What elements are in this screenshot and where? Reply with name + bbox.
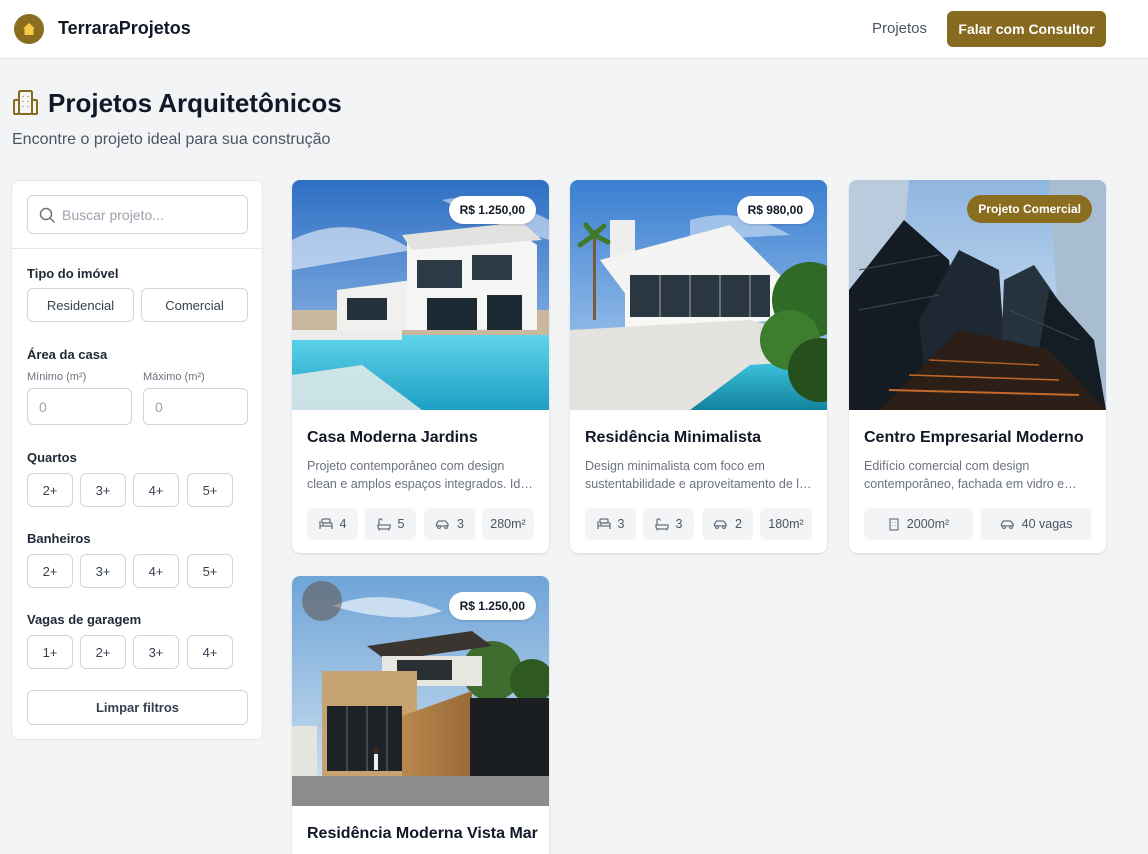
bedrooms-count: 3: [617, 517, 625, 531]
page-subtitle: Encontre o projeto ideal para sua constr…: [12, 131, 331, 148]
price-badge: R$ 980,00: [736, 196, 814, 224]
area-label: Área da casa: [27, 347, 108, 362]
commercial-badge: Projeto Comercial: [967, 195, 1092, 223]
garage-count: 2: [735, 517, 742, 531]
parking-stat: 40 vagas: [981, 508, 1091, 540]
area-stat: 2000m²: [864, 508, 973, 540]
search-box[interactable]: [27, 195, 248, 234]
nav-projects-link[interactable]: Projetos: [872, 20, 927, 37]
price-badge: R$ 1.250,00: [448, 592, 536, 620]
bathrooms-stat: 5: [365, 508, 416, 540]
brand-name[interactable]: TerraraProjetos: [58, 18, 191, 39]
search-icon: [39, 207, 55, 223]
bathrooms-label: Banheiros: [27, 531, 91, 546]
bedrooms-option-button[interactable]: 3+: [80, 473, 126, 507]
bedrooms-stat: 4: [307, 508, 358, 540]
page-title: Projetos Arquitetônicos: [48, 88, 342, 118]
bathrooms-option-button[interactable]: 4+: [133, 554, 179, 588]
type-residential-button[interactable]: Residencial: [27, 288, 134, 322]
bedrooms-option-button[interactable]: 5+: [187, 473, 233, 507]
project-description: Projeto contemporâneo com design clean e…: [307, 459, 537, 491]
area-min-label: Mínimo (m²): [27, 371, 87, 383]
bedrooms-label: Quartos: [27, 450, 77, 465]
project-title: Casa Moderna Jardins: [307, 429, 478, 446]
bathrooms-option-button[interactable]: 3+: [80, 554, 126, 588]
divider: [12, 248, 262, 249]
area-stat: 280m²: [482, 508, 534, 540]
search-input[interactable]: [62, 196, 242, 233]
area-value: 180m²: [768, 517, 804, 531]
area-min-input[interactable]: [27, 388, 132, 425]
garage-option-button[interactable]: 3+: [133, 635, 179, 669]
garage-option-button[interactable]: 2+: [80, 635, 126, 669]
bedrooms-option-button[interactable]: 4+: [133, 473, 179, 507]
area-value: 280m²: [490, 517, 526, 531]
project-title: Centro Empresarial Moderno: [864, 429, 1084, 446]
project-card[interactable]: R$ 1.250,00 Casa Moderna Jardins Projeto…: [292, 180, 549, 553]
bed-icon: [318, 518, 333, 529]
bath-icon: [376, 517, 391, 531]
project-title: Residência Minimalista: [585, 429, 762, 446]
car-icon: [1000, 519, 1014, 529]
area-stat: 180m²: [760, 508, 812, 540]
car-icon: [435, 519, 449, 529]
clear-filters-button[interactable]: Limpar filtros: [27, 690, 248, 725]
project-description: Design minimalista com foco em sustentab…: [585, 459, 813, 491]
top-navbar: TerraraProjetos Projetos Falar com Consu…: [0, 0, 1148, 59]
project-card[interactable]: R$ 1.250,00 Residência Moderna Vista Mar: [292, 576, 549, 854]
garage-stat: 2: [702, 508, 753, 540]
garage-count: 3: [457, 517, 464, 531]
price-badge: R$ 1.250,00: [448, 196, 536, 224]
bed-icon: [596, 518, 611, 529]
building-icon: [13, 90, 38, 115]
area-max-label: Máximo (m²): [143, 371, 205, 383]
bathrooms-stat: 3: [643, 508, 694, 540]
bathrooms-option-button[interactable]: 5+: [187, 554, 233, 588]
type-commercial-button[interactable]: Comercial: [141, 288, 248, 322]
area-value: 2000m²: [906, 517, 950, 531]
property-type-label: Tipo do imóvel: [27, 266, 119, 281]
bedrooms-option-button[interactable]: 2+: [27, 473, 73, 507]
project-description: Edifício comercial com design contemporâ…: [864, 459, 1065, 491]
building-icon: [889, 517, 899, 531]
contact-consultant-button[interactable]: Falar com Consultor: [947, 11, 1106, 47]
bathrooms-count: 3: [675, 517, 683, 531]
bath-icon: [654, 517, 669, 531]
garage-label: Vagas de garagem: [27, 612, 142, 627]
garage-stat: 3: [424, 508, 475, 540]
filters-sidebar: Tipo do imóvel Residencial Comercial Áre…: [11, 180, 263, 740]
garage-option-button[interactable]: 4+: [187, 635, 233, 669]
project-card[interactable]: R$ 980,00 Residência Minimalista Design …: [570, 180, 827, 553]
project-card[interactable]: Projeto Comercial Centro Empresarial Mod…: [849, 180, 1106, 553]
bedrooms-count: 4: [339, 517, 347, 531]
garage-option-button[interactable]: 1+: [27, 635, 73, 669]
project-title: Residência Moderna Vista Mar: [307, 825, 538, 842]
car-icon: [713, 519, 727, 529]
home-logo-icon[interactable]: [14, 14, 44, 44]
bathrooms-count: 5: [397, 517, 405, 531]
bedrooms-stat: 3: [585, 508, 636, 540]
area-max-input[interactable]: [143, 388, 248, 425]
bathrooms-option-button[interactable]: 2+: [27, 554, 73, 588]
parking-value: 40 vagas: [1021, 517, 1073, 531]
